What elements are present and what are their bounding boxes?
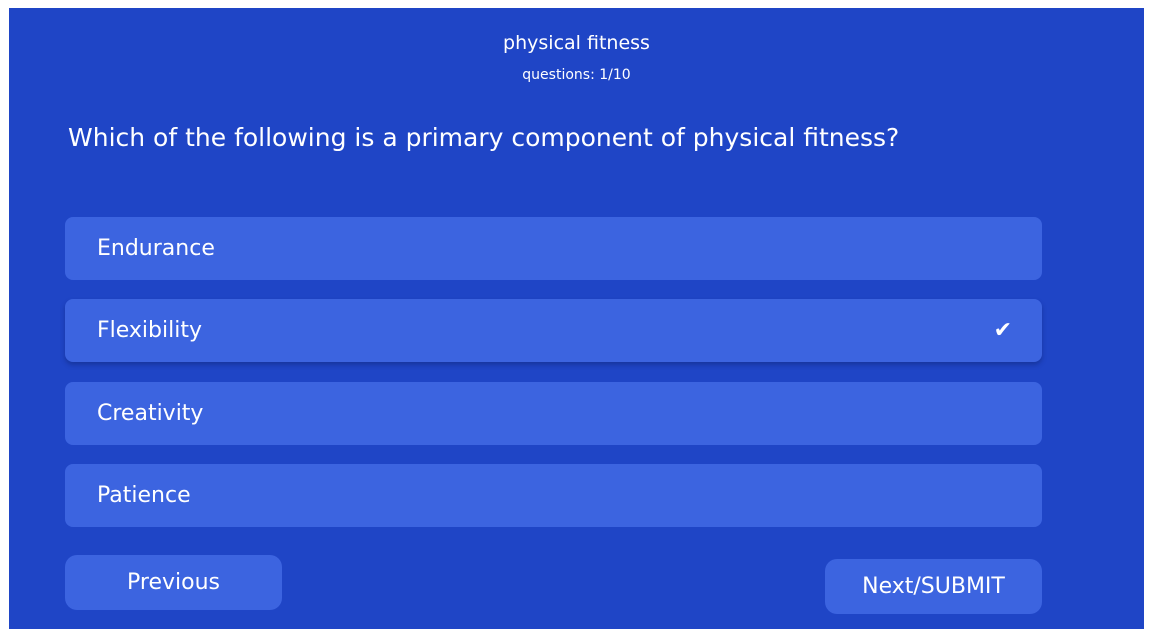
- previous-button[interactable]: Previous: [65, 555, 282, 610]
- question-text: Which of the following is a primary comp…: [68, 123, 900, 152]
- answer-option-label: Creativity: [97, 401, 204, 426]
- answer-option-flexibility[interactable]: Flexibility ✔: [65, 299, 1042, 362]
- quiz-screen: physical fitness questions: 1/10 Which o…: [9, 8, 1144, 629]
- answer-option-label: Flexibility: [97, 318, 202, 343]
- quiz-title: physical fitness: [503, 32, 650, 54]
- check-icon: ✔: [993, 318, 1012, 343]
- answer-option-creativity[interactable]: Creativity: [65, 382, 1042, 445]
- answer-option-label: Endurance: [97, 236, 215, 261]
- answer-option-patience[interactable]: Patience: [65, 464, 1042, 527]
- answer-option-endurance[interactable]: Endurance: [65, 217, 1042, 280]
- next-submit-button[interactable]: Next/SUBMIT: [825, 559, 1042, 614]
- question-progress: questions: 1/10: [522, 67, 631, 83]
- answer-option-label: Patience: [97, 483, 191, 508]
